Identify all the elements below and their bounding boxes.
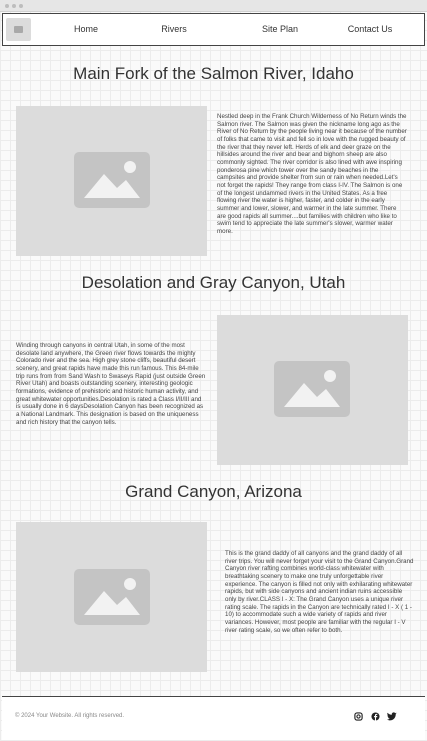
copyright-text: © 2024 Your Website. All rights reserved… <box>15 713 125 719</box>
image-placeholder <box>16 106 207 256</box>
image-icon <box>74 152 150 208</box>
section-text-grand-canyon: This is the grand daddy of all canyons a… <box>225 550 414 634</box>
image-icon <box>274 361 350 417</box>
section-title-salmon: Main Fork of the Salmon River, Idaho <box>73 64 354 83</box>
section-title-desolation: Desolation and Gray Canyon, Utah <box>81 273 346 292</box>
footer: © 2024 Your Website. All rights reserved… <box>2 696 425 740</box>
instagram-icon[interactable] <box>353 712 363 722</box>
image-icon <box>74 569 150 625</box>
window-dot <box>12 4 16 8</box>
twitter-icon[interactable] <box>387 712 397 722</box>
window-titlebar <box>0 0 427 12</box>
nav-contact-us[interactable]: Contact Us <box>341 14 399 45</box>
nav-home[interactable]: Home <box>61 14 111 45</box>
facebook-icon[interactable] <box>370 712 380 722</box>
section-title-grand-canyon: Grand Canyon, Arizona <box>125 482 302 501</box>
window-dot <box>19 4 23 8</box>
window-dot <box>5 4 9 8</box>
nav-site-plan[interactable]: Site Plan <box>253 14 307 45</box>
nav-rivers[interactable]: Rivers <box>149 14 199 45</box>
image-placeholder <box>16 522 207 672</box>
section-text-desolation: Winding through canyons in central Utah,… <box>16 342 206 426</box>
section-text-salmon: Nestled deep in the Frank Church Wildern… <box>217 113 407 235</box>
logo[interactable] <box>6 18 31 41</box>
image-placeholder <box>217 315 408 465</box>
logo-icon <box>14 26 23 33</box>
navbar: Home Rivers Site Plan Contact Us <box>2 13 425 46</box>
